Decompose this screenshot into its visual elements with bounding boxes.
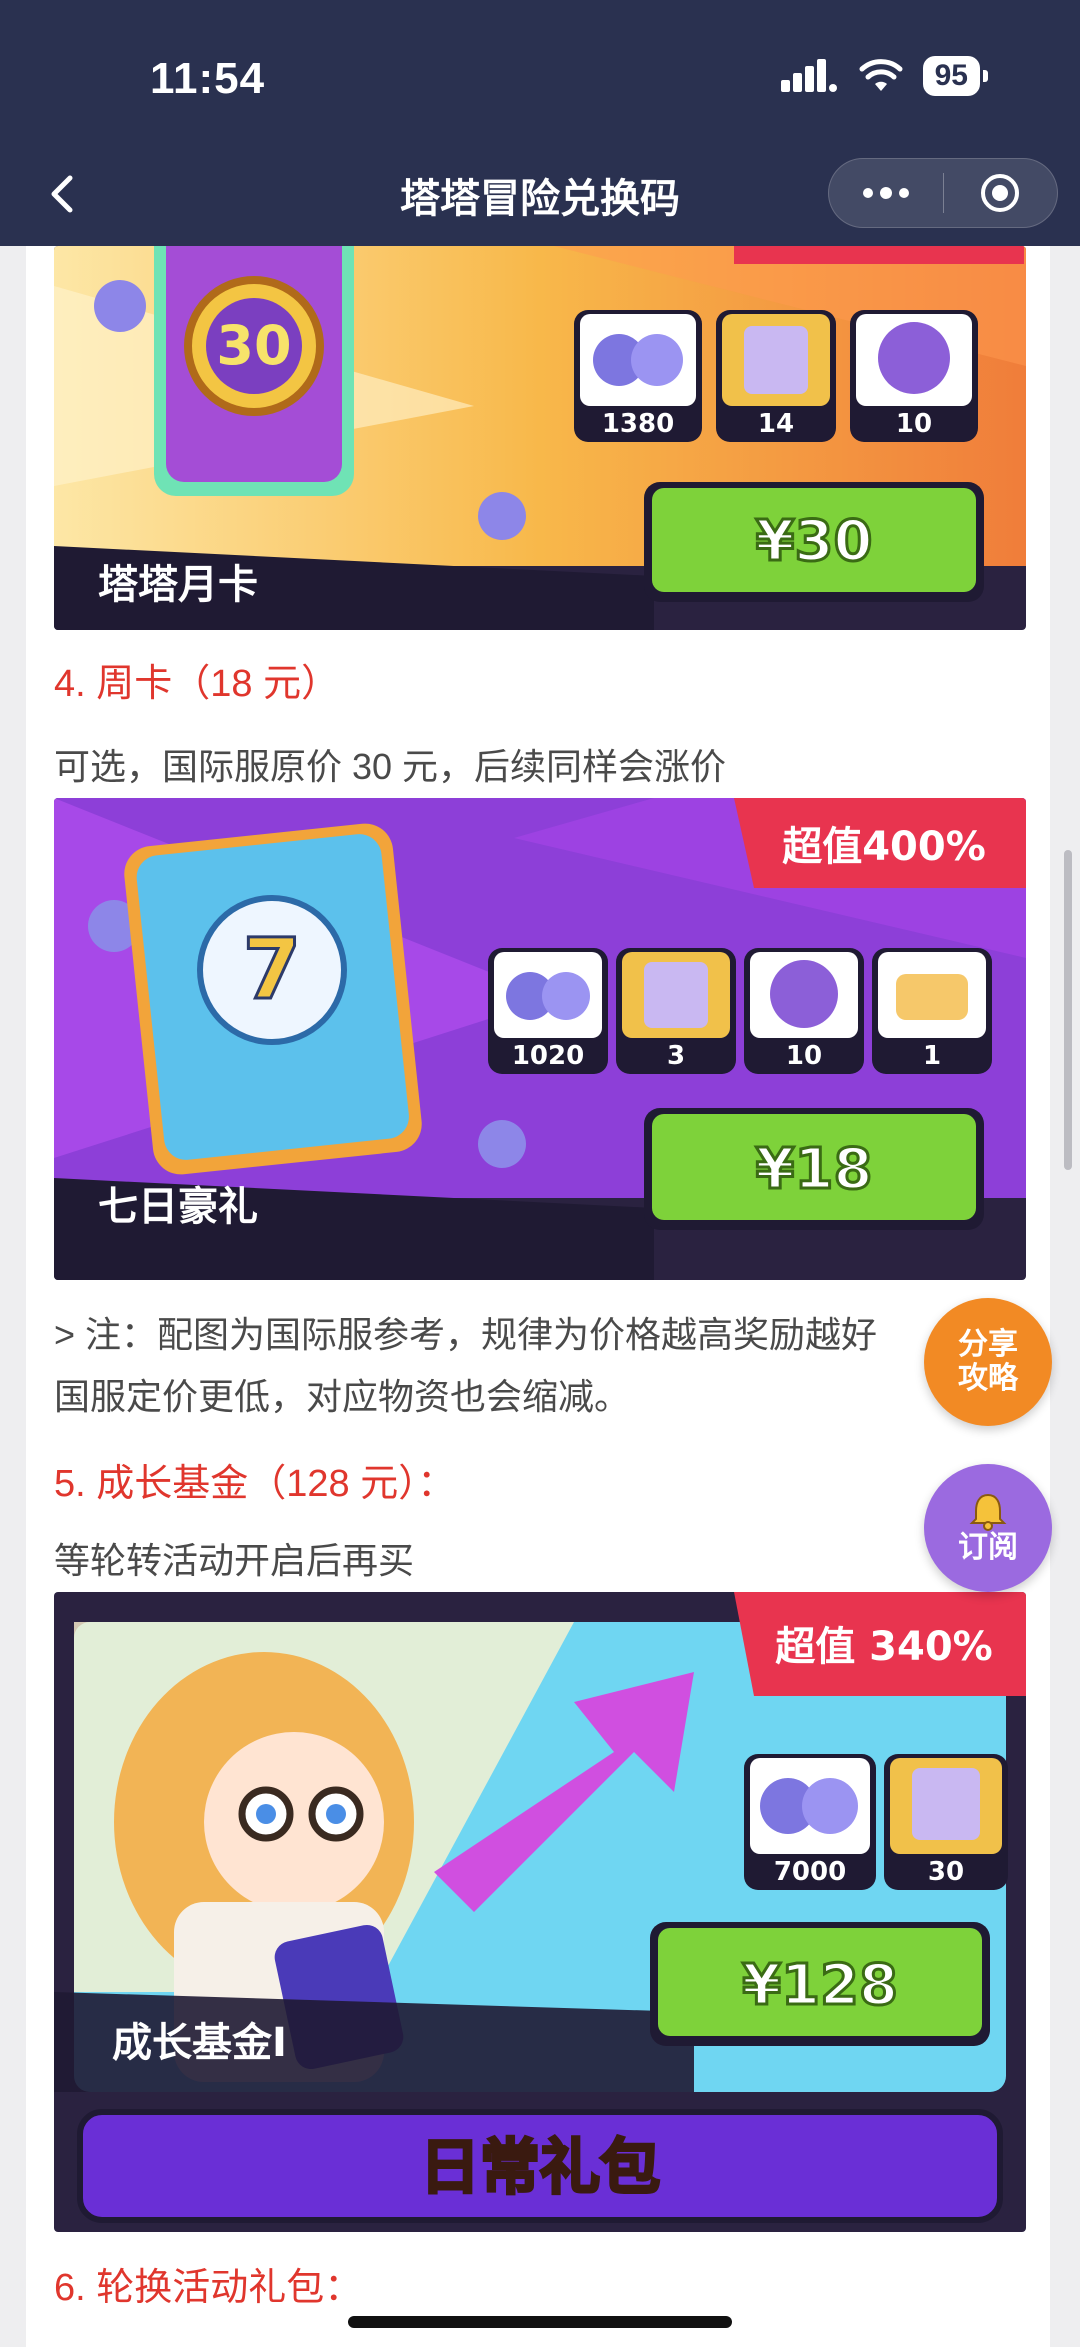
monthly-item-3: 10 bbox=[850, 310, 978, 442]
weekly-card-banner[interactable]: 超值400% 7 七日豪礼 1020 3 10 1 ¥18 bbox=[54, 798, 1026, 1280]
note-line-1: > 注：配图为国际服参考，规律为价格越高奖励越好 bbox=[54, 1314, 878, 1355]
svg-text:¥128: ¥128 bbox=[742, 1953, 898, 2018]
system-icons: 95 bbox=[780, 56, 989, 96]
weekly-description: 可选，国际服原价 30 元，后续同样会涨价 bbox=[54, 746, 727, 787]
target-circle-icon bbox=[981, 174, 1020, 212]
growth-fund-illustration: 超值 340% 7000 30 成长基金I ¥128 日常礼包 bbox=[54, 1592, 1026, 2232]
growth-price-button: ¥128 bbox=[650, 1922, 990, 2046]
weekly-item-3: 10 bbox=[744, 948, 864, 1074]
growth-fund-banner[interactable]: 超值 340% 7000 30 成长基金I ¥128 日常礼包 bbox=[54, 1592, 1026, 2232]
close-miniprogram-button[interactable] bbox=[944, 159, 1058, 227]
svg-text:30: 30 bbox=[928, 1857, 964, 1887]
weekly-card-number: 7 bbox=[243, 920, 301, 1018]
weekly-item-4: 1 bbox=[872, 948, 992, 1074]
weekly-card-illustration: 超值400% 7 七日豪礼 1020 3 10 1 ¥18 bbox=[54, 798, 1026, 1280]
svg-text:10: 10 bbox=[786, 1041, 822, 1071]
svg-text:1: 1 bbox=[923, 1041, 941, 1071]
home-indicator[interactable] bbox=[348, 2316, 732, 2328]
subscribe-button[interactable]: 订阅 bbox=[924, 1464, 1052, 1592]
svg-text:¥30: ¥30 bbox=[756, 509, 873, 574]
daily-pack-label: 日常礼包 bbox=[420, 2133, 660, 2203]
monthly-card-number: 30 bbox=[216, 314, 291, 377]
share-guide-button[interactable]: 分享 攻略 bbox=[924, 1298, 1052, 1426]
section-heading-rotation-pack: 6. 轮换活动礼包： bbox=[54, 2267, 363, 2309]
share-label-line1: 分享 bbox=[958, 1328, 1018, 1361]
svg-text:10: 10 bbox=[896, 409, 932, 439]
mini-program-capsule bbox=[828, 158, 1058, 228]
battery-indicator: 95 bbox=[922, 56, 989, 96]
weekly-card-name: 七日豪礼 bbox=[98, 1184, 258, 1230]
more-dots-icon bbox=[862, 187, 909, 199]
note-line-2: 国服定价更低，对应物资也会缩减。 bbox=[54, 1376, 631, 1417]
svg-text:1020: 1020 bbox=[512, 1041, 584, 1071]
status-time: 11:54 bbox=[150, 54, 266, 103]
more-button[interactable] bbox=[829, 159, 943, 227]
monthly-item-2: 14 bbox=[716, 310, 836, 442]
bell-icon bbox=[969, 1493, 1007, 1531]
weekly-price-button: ¥18 bbox=[644, 1108, 984, 1230]
weekly-item-2: 3 bbox=[616, 948, 736, 1074]
section-heading-weekly: 4. 周卡（18 元） bbox=[54, 663, 340, 705]
article-content: 30 塔塔月卡 1380 14 10 ¥30 4. 周卡（18 元） 可选，国际… bbox=[26, 246, 1050, 2347]
nav-bar: 塔塔冒险兑换码 bbox=[0, 140, 1080, 246]
svg-text:7000: 7000 bbox=[774, 1857, 846, 1887]
growth-badge: 超值 340% bbox=[775, 1624, 993, 1670]
svg-text:14: 14 bbox=[758, 409, 794, 439]
subscribe-label: 订阅 bbox=[958, 1531, 1018, 1564]
monthly-card-name: 塔塔月卡 bbox=[98, 562, 258, 608]
scrollbar[interactable] bbox=[1064, 850, 1072, 1170]
share-label-line2: 攻略 bbox=[958, 1362, 1018, 1395]
monthly-card-banner[interactable]: 30 塔塔月卡 1380 14 10 ¥30 bbox=[54, 246, 1026, 630]
svg-text:1380: 1380 bbox=[602, 409, 674, 439]
svg-text:3: 3 bbox=[667, 1041, 685, 1071]
growth-fund-description: 等轮转活动开启后再买 bbox=[54, 1540, 415, 1581]
growth-item-2: 30 bbox=[884, 1754, 1008, 1890]
weekly-item-1: 1020 bbox=[488, 948, 608, 1074]
signal-icon bbox=[780, 59, 837, 92]
growth-fund-name: 成长基金I bbox=[112, 2020, 287, 2066]
wifi-icon bbox=[859, 59, 903, 91]
status-bar: 11:54 95 bbox=[0, 0, 1080, 140]
monthly-card-illustration: 30 塔塔月卡 1380 14 10 ¥30 bbox=[54, 246, 1026, 630]
svg-text:¥18: ¥18 bbox=[756, 1137, 873, 1202]
monthly-price-button: ¥30 bbox=[644, 482, 984, 602]
monthly-item-1: 1380 bbox=[574, 310, 702, 442]
section-heading-growth-fund: 5. 成长基金（128 元）： bbox=[54, 1463, 456, 1505]
weekly-badge: 超值400% bbox=[782, 824, 986, 870]
growth-item-1: 7000 bbox=[744, 1754, 876, 1890]
